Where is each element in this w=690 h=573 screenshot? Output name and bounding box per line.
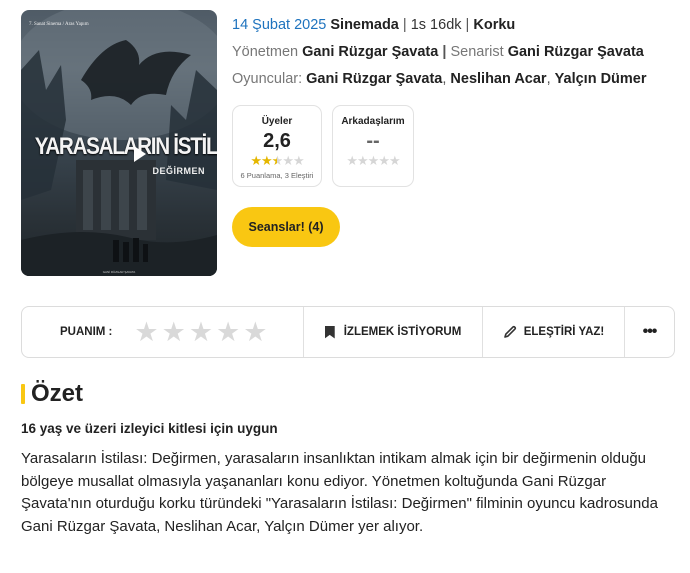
friends-rating-stars: ★★★★★ (333, 153, 413, 169)
star-full-icon: ★ (261, 153, 273, 168)
poster-studio-text: 7. Sanat Sinema / Aras Yapım (29, 22, 89, 27)
star-empty-icon: ★ (292, 153, 305, 168)
friends-rating-label: Arkadaşlarım (341, 116, 405, 127)
heading-accent-bar (21, 384, 25, 404)
watchlist-label: İZLEMEK İSTİYORUM (343, 326, 462, 338)
write-review-label: ELEŞTİRİ YAZ! (523, 326, 605, 338)
more-dots-icon: ••• (642, 323, 658, 340)
writer-label: Senarist (450, 44, 504, 60)
rate-star-icon[interactable]: ★ (243, 318, 267, 346)
age-rating-note: 16 yaş ve üzeri izleyici kitlesi için uy… (21, 421, 278, 436)
cast-label: Oyuncular: (232, 71, 303, 87)
poster-title: YARASALARIN İSTİLASI (34, 133, 217, 160)
users-rating-label: Üyeler (261, 116, 293, 127)
genre-link[interactable]: Korku (473, 17, 515, 33)
summary-heading: Özet (21, 380, 83, 408)
movie-poster[interactable]: 7. Sanat Sinema / Aras Yapım YARASALARIN… (21, 10, 217, 276)
release-status: Sinemada (330, 17, 399, 33)
watchlist-button[interactable]: İZLEMEK İSTİYORUM (304, 307, 483, 357)
bookmark-icon (324, 325, 335, 339)
summary-title: Özet (31, 380, 84, 407)
friends-rating-score: -- (366, 130, 380, 152)
my-rating-label: PUANIM : (60, 326, 113, 338)
more-options-button[interactable]: ••• (625, 307, 674, 357)
credits-line: Yönetmen Gani Rüzgar Şavata | Senarist G… (232, 44, 644, 60)
pen-icon (503, 325, 516, 338)
writer-link[interactable]: Gani Rüzgar Şavata (508, 44, 644, 60)
director-link[interactable]: Gani Rüzgar Şavata (302, 44, 438, 60)
star-full-icon: ★ (250, 153, 262, 168)
action-bar: PUANIM : ★ ★ ★ ★ ★ İZLEMEK İSTİYORUM ELEŞTİR… (21, 306, 675, 358)
users-rating-score: 2,6 (263, 130, 291, 152)
my-rating-stars[interactable]: ★ ★ ★ ★ ★ (134, 318, 267, 346)
star-empty-icon: ★ (282, 153, 294, 168)
star-empty-icon: ★ (388, 153, 401, 168)
rate-star-icon[interactable]: ★ (189, 318, 213, 346)
my-rating-cell: PUANIM : ★ ★ ★ ★ ★ (22, 307, 304, 357)
director-label: Yönetmen (232, 44, 299, 60)
rate-star-icon[interactable]: ★ (162, 318, 186, 346)
rate-star-icon[interactable]: ★ (216, 318, 240, 346)
friends-rating-box[interactable]: Arkadaşlarım -- ★★★★★ (332, 105, 414, 187)
users-rating-count: 6 Puanlama, 3 Eleştiri (240, 171, 314, 180)
star-empty-icon: ★ (346, 153, 358, 168)
write-review-button[interactable]: ELEŞTİRİ YAZ! (483, 307, 625, 357)
cast-link[interactable]: Neslihan Acar (450, 71, 546, 87)
star-empty-icon: ★ (378, 153, 390, 168)
poster-subtitle: DEĞİRMEN (152, 166, 205, 176)
release-date-link[interactable]: 14 Şubat 2025 (232, 17, 326, 33)
star-half-icon: ★ (271, 153, 284, 168)
cast-link[interactable]: Yalçın Dümer (555, 71, 647, 87)
play-trailer-icon[interactable] (134, 146, 146, 162)
duration: 1s 16dk (410, 17, 462, 33)
users-rating-box[interactable]: Üyeler 2,6 ★★★★★ 6 Puanlama, 3 Eleştiri (232, 105, 322, 187)
poster-credits: GANİ RÜZGAR ŞAVATA (102, 270, 136, 274)
star-empty-icon: ★ (357, 153, 369, 168)
users-rating-stars: ★★★★★ (233, 153, 321, 169)
showtimes-button[interactable]: Seanslar! (4) (232, 207, 340, 247)
rate-star-icon[interactable]: ★ (134, 318, 158, 346)
cast-link[interactable]: Gani Rüzgar Şavata (306, 71, 442, 87)
cast-line: Oyuncular: Gani Rüzgar Şavata, Neslihan … (232, 71, 647, 87)
synopsis-text: Yarasaların İstilası: Değirmen, yarasala… (21, 450, 658, 535)
star-empty-icon: ★ (367, 153, 380, 168)
release-info-line: 14 Şubat 2025 Sinemada | 1s 16dk | Korku (232, 17, 516, 33)
